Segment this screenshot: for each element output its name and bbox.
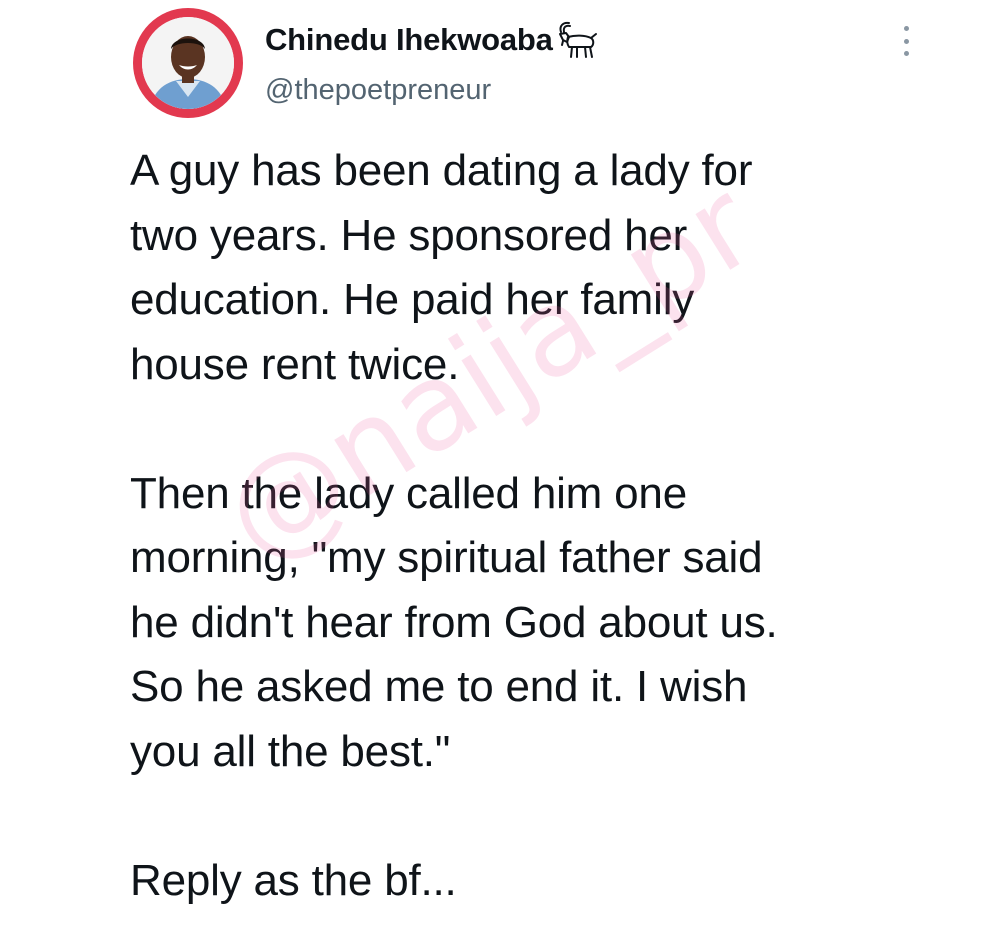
- avatar-photo: [142, 17, 234, 109]
- more-dot: [903, 38, 909, 44]
- tweet-text: A guy has been dating a lady for two yea…: [130, 146, 778, 905]
- author-handle[interactable]: @thepoetpreneur: [265, 72, 491, 108]
- more-options-icon[interactable]: [893, 26, 919, 56]
- author-display-name[interactable]: Chinedu Ihekwoaba: [265, 20, 599, 60]
- tweet: Chinedu Ihekwoaba @thepoetpreneur A guy …: [0, 0, 1005, 934]
- goat-icon: [555, 20, 599, 60]
- more-dot: [903, 51, 909, 56]
- avatar[interactable]: [133, 8, 243, 118]
- author-name-text: Chinedu Ihekwoaba: [265, 22, 553, 57]
- more-dot: [903, 26, 909, 31]
